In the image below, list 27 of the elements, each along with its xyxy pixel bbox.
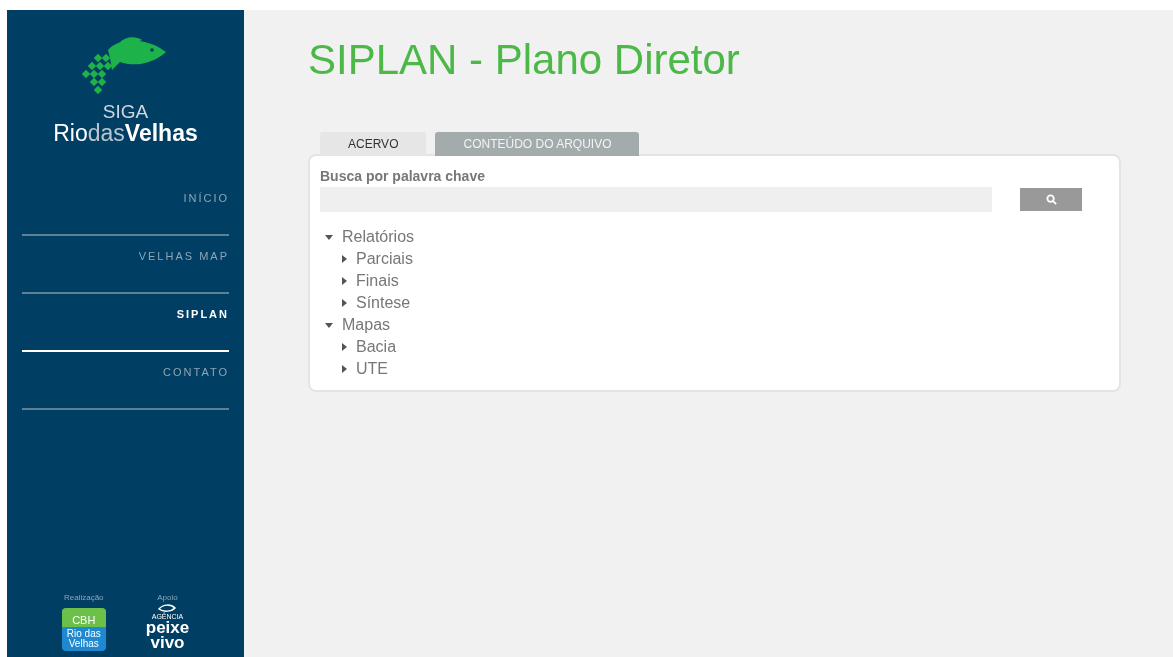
- tree-item[interactable]: Finais: [356, 269, 399, 293]
- caret-down-icon[interactable]: [325, 234, 333, 240]
- logo-subtitle: RiodasVelhas: [53, 121, 198, 145]
- caption: Realização: [63, 592, 104, 604]
- tree-item[interactable]: Síntese: [356, 291, 411, 315]
- caret-down-icon[interactable]: [325, 322, 333, 328]
- caret-right-icon[interactable]: [342, 255, 347, 263]
- cbh-logo: CBH Rio das Velhas: [61, 608, 106, 651]
- page-title: SIPLAN - Plano Diretor: [308, 35, 741, 85]
- caption: Apoio: [157, 592, 178, 604]
- caret-right-icon[interactable]: [342, 277, 347, 285]
- tree-item[interactable]: Parciais: [356, 247, 413, 271]
- caret-right-icon[interactable]: [342, 343, 347, 351]
- tree-item[interactable]: UTE: [356, 357, 388, 381]
- caret-right-icon[interactable]: [342, 365, 347, 373]
- tree-item[interactable]: Bacia: [356, 335, 397, 359]
- search-label: Busca por palavra chave: [320, 168, 486, 184]
- tab[interactable]: ACERVO: [320, 132, 427, 156]
- logo-title: SIGA: [102, 102, 149, 122]
- nav-item[interactable]: VELHAS MAP: [22, 236, 229, 294]
- nav-item[interactable]: SIPLAN: [22, 294, 229, 352]
- caret-right-icon[interactable]: [342, 299, 347, 307]
- tree-item[interactable]: Relatórios: [342, 225, 415, 249]
- nav-item[interactable]: CONTATO: [22, 352, 229, 410]
- search-icon: [1045, 194, 1057, 205]
- tree-item[interactable]: Mapas: [342, 313, 391, 337]
- nav-item[interactable]: INÍCIO: [22, 178, 229, 236]
